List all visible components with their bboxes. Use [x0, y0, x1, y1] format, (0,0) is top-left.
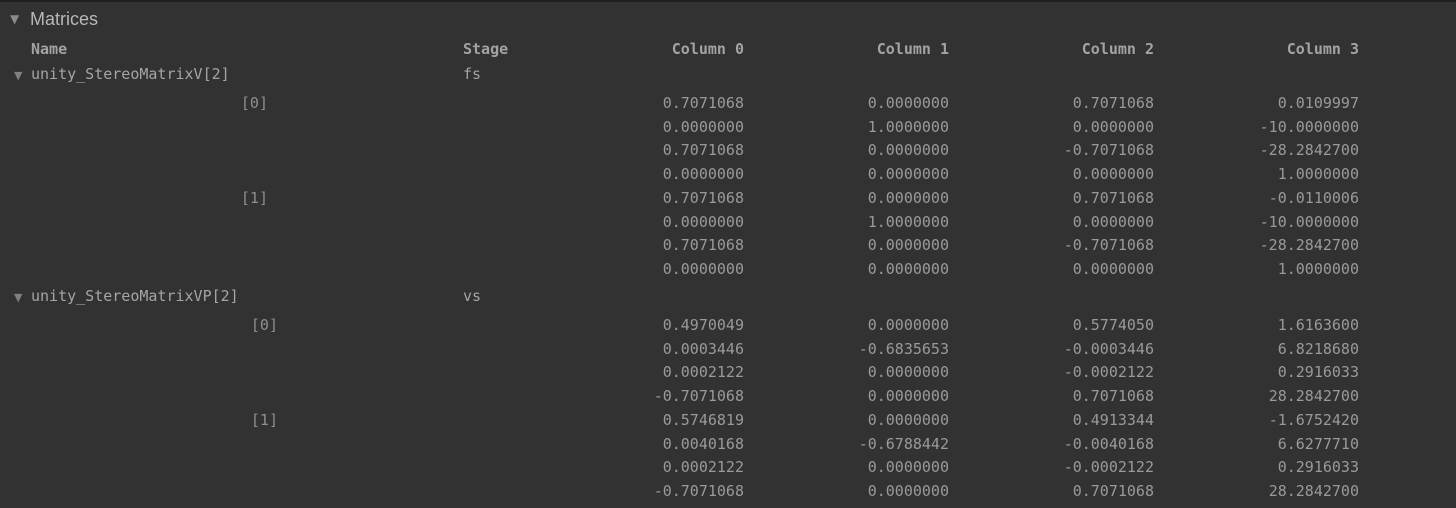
matrix-cell: 28.2842700	[1268, 387, 1359, 405]
matrix-cell: 1.0000000	[1277, 260, 1359, 278]
matrix-cell: 0.0000000	[867, 411, 949, 429]
header-name[interactable]: Name	[31, 39, 67, 59]
expand-triangle-icon[interactable]: ▼	[14, 66, 31, 86]
matrix-cell: 0.0002122	[662, 458, 744, 476]
matrix-cell: 0.0003446	[662, 340, 744, 358]
matrix-cell: 0.0000000	[867, 260, 949, 278]
matrix-cell: 0.7071068	[1072, 94, 1154, 112]
matrix-cell: 0.7071068	[1072, 189, 1154, 207]
matrix-cell: 0.0000000	[662, 118, 744, 136]
matrix-cell: -0.6788442	[858, 435, 949, 453]
matrix-cell: 0.7071068	[662, 189, 744, 207]
matrix-cell: 6.8218680	[1277, 340, 1359, 358]
matrix-cell: 0.2916033	[1277, 458, 1359, 476]
matrix-cell: 1.0000000	[867, 213, 949, 231]
matrix-cell: 0.0000000	[662, 165, 744, 183]
matrix-cell: 0.0000000	[867, 387, 949, 405]
variable-name: unity_StereoMatrixVP[2]	[31, 287, 239, 305]
matrix-cell: -0.0002122	[1063, 458, 1154, 476]
matrix-cell: 0.0000000	[867, 236, 949, 254]
variable-stage: fs	[463, 65, 482, 83]
matrix-cell: -10.0000000	[1259, 213, 1359, 231]
expand-triangle-icon[interactable]: ▼	[14, 288, 31, 308]
element-index[interactable]: [0]	[148, 93, 268, 113]
matrix-cell: 0.0000000	[867, 189, 949, 207]
matrix-cell: 0.7071068	[662, 94, 744, 112]
matrix-cell: -0.0040168	[1063, 435, 1154, 453]
collapse-triangle-icon[interactable]: ▼	[10, 12, 30, 26]
matrix-cell: -28.2842700	[1259, 236, 1359, 254]
matrix-cell: 0.0040168	[662, 435, 744, 453]
matrix-cell: -0.7071068	[653, 482, 744, 500]
matrix-cell: 0.0000000	[867, 458, 949, 476]
header-column-2[interactable]: Column 2	[994, 39, 1154, 59]
matrix-cell: -0.0110006	[1268, 189, 1359, 207]
element-index[interactable]: [0]	[158, 315, 278, 335]
panel-top-border	[0, 0, 1456, 2]
matrix-cell: -28.2842700	[1259, 141, 1359, 159]
element-index[interactable]: [1]	[158, 410, 278, 430]
matrix-cell: 1.0000000	[867, 118, 949, 136]
variable-name: unity_StereoMatrixV[2]	[31, 65, 230, 83]
matrix-cell: 0.5746819	[662, 411, 744, 429]
variable-stage: vs	[463, 287, 482, 305]
matrix-cell: -0.7071068	[1063, 236, 1154, 254]
matrix-cell: 0.0000000	[867, 165, 949, 183]
matrix-cell: 0.7071068	[1072, 482, 1154, 500]
matrix-cell: -1.6752420	[1268, 411, 1359, 429]
matrix-cell: -10.0000000	[1259, 118, 1359, 136]
matrix-cell: 0.7071068	[1072, 387, 1154, 405]
matrix-cell: 1.0000000	[1277, 165, 1359, 183]
matrix-cell: 0.0000000	[1072, 213, 1154, 231]
matrix-cell: 0.0109997	[1277, 94, 1359, 112]
element-index[interactable]: [1]	[148, 188, 268, 208]
section-title: Matrices	[30, 8, 99, 29]
matrix-cell: -0.0002122	[1063, 363, 1154, 381]
matrix-cell: 0.0000000	[867, 141, 949, 159]
matrix-cell: 1.6163600	[1277, 316, 1359, 334]
matrices-section-header[interactable]: ▼ Matrices	[10, 6, 98, 32]
matrix-cell: 0.0000000	[662, 213, 744, 231]
matrix-cell: 0.0002122	[662, 363, 744, 381]
matrix-cell: 0.5774050	[1072, 316, 1154, 334]
header-stage[interactable]: Stage	[463, 39, 508, 59]
matrix-cell: 0.0000000	[867, 482, 949, 500]
matrix-cell: 28.2842700	[1268, 482, 1359, 500]
variable-row-name[interactable]: ▼ unity_StereoMatrixV[2]	[14, 64, 230, 86]
header-column-1[interactable]: Column 1	[789, 39, 949, 59]
variable-row-name[interactable]: ▼ unity_StereoMatrixVP[2]	[14, 286, 239, 308]
matrix-cell: 0.0000000	[867, 316, 949, 334]
matrix-cell: 0.0000000	[662, 260, 744, 278]
matrix-cell: -0.6835653	[858, 340, 949, 358]
matrix-cell: 6.6277710	[1277, 435, 1359, 453]
matrix-cell: 0.0000000	[1072, 118, 1154, 136]
matrix-cell: 0.7071068	[662, 236, 744, 254]
header-column-0[interactable]: Column 0	[584, 39, 744, 59]
matrix-cell: -0.7071068	[653, 387, 744, 405]
matrix-cell: -0.0003446	[1063, 340, 1154, 358]
matrix-cell: 0.0000000	[1072, 165, 1154, 183]
matrix-cell: -0.7071068	[1063, 141, 1154, 159]
matrix-cell: 0.7071068	[662, 141, 744, 159]
matrix-cell: 0.2916033	[1277, 363, 1359, 381]
matrix-cell: 0.0000000	[867, 363, 949, 381]
matrix-cell: 0.0000000	[1072, 260, 1154, 278]
matrix-cell: 0.4913344	[1072, 411, 1154, 429]
matrix-cell: 0.0000000	[867, 94, 949, 112]
header-column-3[interactable]: Column 3	[1199, 39, 1359, 59]
matrix-cell: 0.4970049	[662, 316, 744, 334]
